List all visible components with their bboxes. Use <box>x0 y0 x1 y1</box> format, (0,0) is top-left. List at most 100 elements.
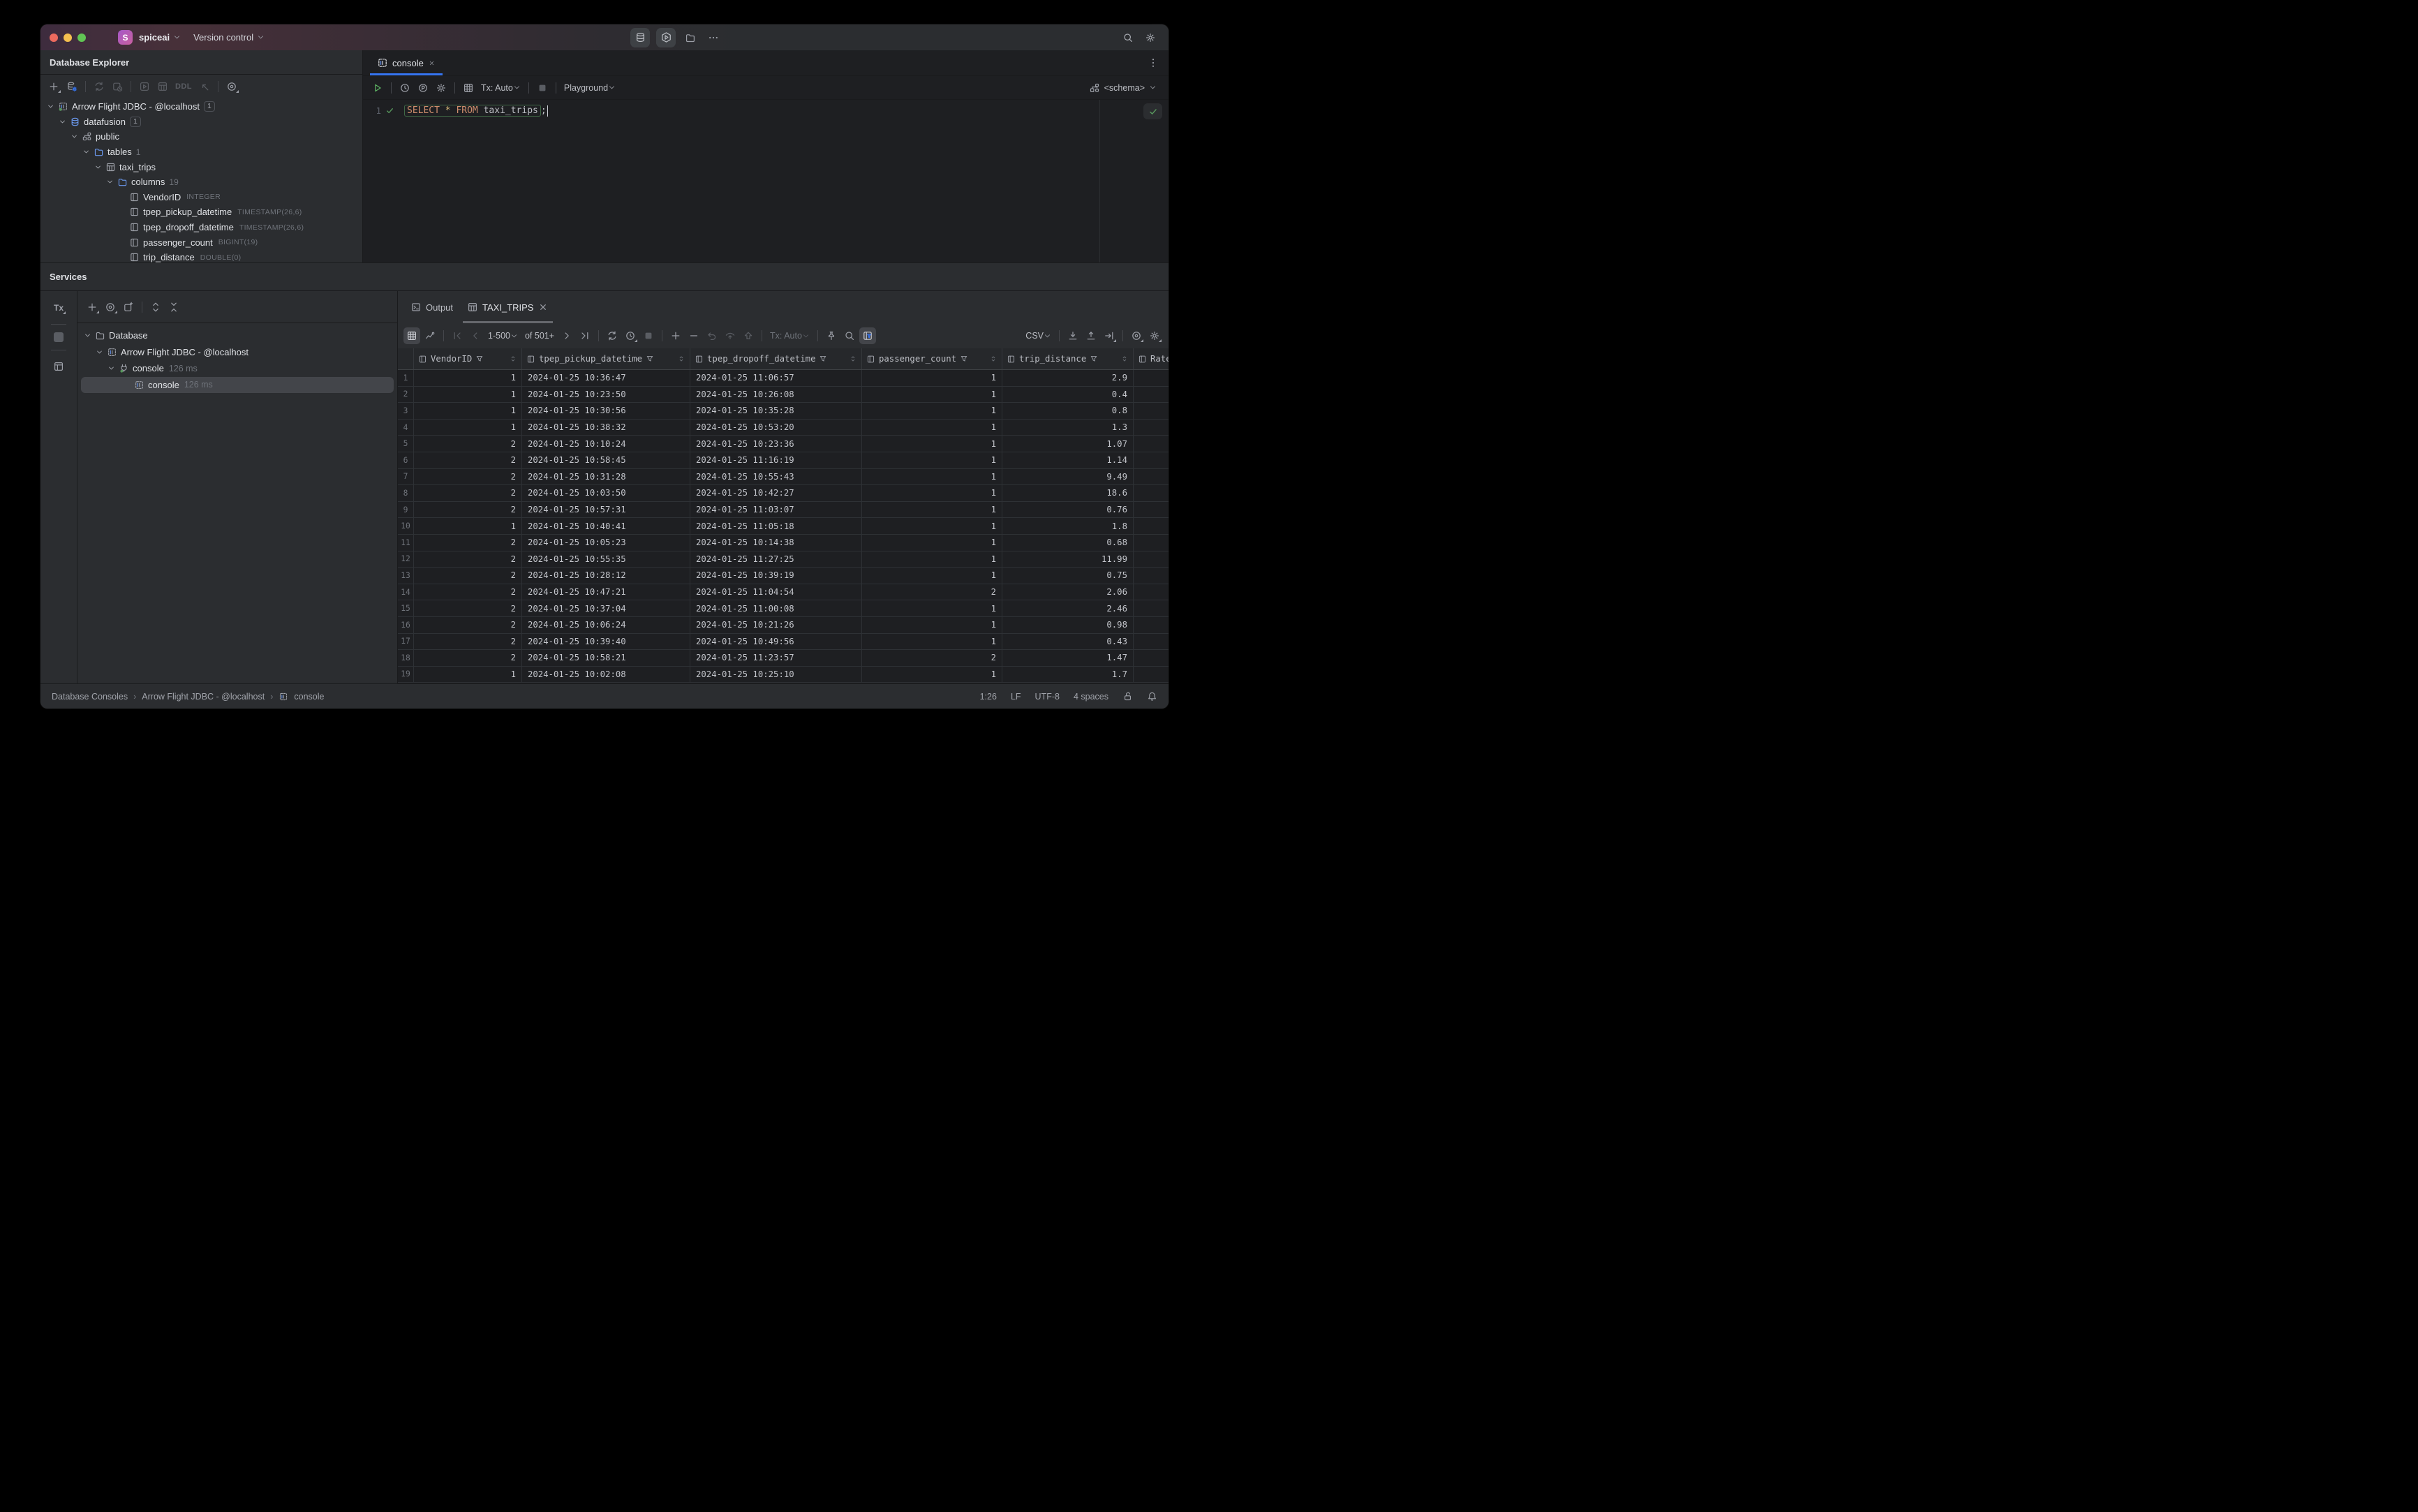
cell[interactable] <box>1134 387 1169 403</box>
cell[interactable]: 1.7 <box>1002 666 1134 683</box>
cell[interactable]: 2 <box>414 501 522 518</box>
select-in-services-button[interactable] <box>102 299 119 316</box>
tab-output[interactable]: Output <box>403 291 460 323</box>
cell[interactable]: 1 <box>862 468 1002 485</box>
cell[interactable]: 1.3 <box>1002 419 1134 436</box>
tree-item-arrow-flight-jdbc-localhost[interactable]: Arrow Flight JDBC - @localhost 1 <box>40 99 362 114</box>
cell[interactable]: 2.06 <box>1002 584 1134 600</box>
preview-changes-button[interactable] <box>722 327 739 344</box>
cell[interactable]: 9.49 <box>1002 468 1134 485</box>
project-menu[interactable]: spiceai <box>133 32 187 43</box>
cell[interactable]: 2024-01-25 10:39:19 <box>690 568 862 584</box>
cell[interactable]: 2024-01-25 11:05:18 <box>690 518 862 534</box>
deactivate-button[interactable] <box>109 78 126 95</box>
cell[interactable] <box>1134 584 1169 600</box>
code-editor[interactable]: 1 SELECT * FROM taxi_trips; <box>363 100 1169 262</box>
row-number[interactable]: 18 <box>398 650 414 666</box>
cell[interactable]: 1 <box>862 403 1002 419</box>
console-settings-button[interactable] <box>433 80 450 96</box>
cell[interactable]: 0.68 <box>1002 534 1134 551</box>
line-separator[interactable]: LF <box>1011 692 1021 702</box>
import-button[interactable] <box>1065 327 1081 344</box>
project-toolwindow-button[interactable] <box>682 29 699 46</box>
cell[interactable]: 2024-01-25 10:47:21 <box>522 584 690 600</box>
cell[interactable] <box>1134 502 1169 518</box>
column-header-passenger_count[interactable]: passenger_count <box>862 348 1002 369</box>
cell[interactable]: 2024-01-25 10:36:47 <box>522 370 690 386</box>
row-number[interactable]: 2 <box>398 386 414 403</box>
row-number[interactable]: 15 <box>398 600 414 616</box>
cell[interactable]: 1 <box>862 600 1002 616</box>
next-page-button[interactable] <box>558 327 575 344</box>
column-header-trip_distance[interactable]: trip_distance <box>1002 348 1134 369</box>
file-encoding[interactable]: UTF-8 <box>1035 692 1060 702</box>
funnel-icon[interactable] <box>646 355 654 363</box>
first-page-button[interactable] <box>449 327 466 344</box>
cell[interactable]: 18.6 <box>1002 485 1134 501</box>
row-number[interactable]: 4 <box>398 419 414 436</box>
cell[interactable] <box>1134 469 1169 485</box>
revert-button[interactable] <box>704 327 720 344</box>
playground-mode-select[interactable]: Playground <box>561 80 618 96</box>
cell[interactable]: 1 <box>862 616 1002 633</box>
cell[interactable]: 2024-01-25 10:03:50 <box>522 485 690 501</box>
row-number[interactable]: 11 <box>398 534 414 551</box>
query-history-button[interactable] <box>396 80 413 96</box>
cell[interactable]: 2024-01-25 11:27:25 <box>690 551 862 568</box>
cell[interactable] <box>1134 518 1169 534</box>
cell[interactable]: 1.14 <box>1002 452 1134 468</box>
stop-query-button[interactable] <box>640 327 657 344</box>
previous-page-button[interactable] <box>467 327 484 344</box>
cell[interactable]: 2024-01-25 10:05:23 <box>522 534 690 551</box>
schema-selector[interactable]: <schema> <box>1089 82 1162 94</box>
row-number[interactable]: 14 <box>398 584 414 600</box>
cell[interactable]: 0.43 <box>1002 633 1134 650</box>
cell[interactable]: 0.8 <box>1002 403 1134 419</box>
cell[interactable]: 2.9 <box>1002 370 1134 386</box>
tree-item-console[interactable]: console 126 ms <box>77 360 397 377</box>
grid-settings-button[interactable] <box>1146 327 1163 344</box>
cell[interactable] <box>1134 634 1169 650</box>
cell[interactable]: 2024-01-25 11:16:19 <box>690 452 862 468</box>
cell[interactable]: 1 <box>414 370 522 386</box>
cell[interactable]: 0.76 <box>1002 501 1134 518</box>
funnel-icon[interactable] <box>1090 355 1098 363</box>
total-rows-label[interactable]: of 501+ <box>522 327 557 344</box>
cell[interactable]: 2 <box>414 600 522 616</box>
cell[interactable]: 2024-01-25 10:53:20 <box>690 419 862 436</box>
open-table-button[interactable] <box>154 78 171 95</box>
funnel-icon[interactable] <box>475 355 484 363</box>
tree-item-arrow-flight-jdbc-localhost[interactable]: Arrow Flight JDBC - @localhost <box>77 344 397 361</box>
auto-refresh-button[interactable] <box>622 327 639 344</box>
cell[interactable]: 1 <box>862 518 1002 534</box>
tx-toolwindow-button[interactable]: Tx <box>50 299 67 316</box>
cell[interactable]: 2.46 <box>1002 600 1134 616</box>
cell[interactable]: 2024-01-25 10:57:31 <box>522 501 690 518</box>
in-editor-results-button[interactable] <box>460 80 477 96</box>
cell[interactable]: 2024-01-25 10:10:24 <box>522 436 690 452</box>
cell[interactable] <box>1134 568 1169 584</box>
row-number[interactable]: 7 <box>398 468 414 485</box>
parameters-button[interactable] <box>415 80 431 96</box>
last-page-button[interactable] <box>577 327 593 344</box>
editor-options-kebab-icon[interactable] <box>1148 57 1169 68</box>
notifications-bell-icon[interactable] <box>1147 691 1157 702</box>
row-number[interactable]: 1 <box>398 370 414 386</box>
cursor-position[interactable]: 1:26 <box>980 692 997 702</box>
sql-statement[interactable]: SELECT * FROM taxi_trips; <box>404 105 549 117</box>
close-window-button[interactable] <box>50 33 58 42</box>
cell[interactable]: 1.07 <box>1002 436 1134 452</box>
funnel-icon[interactable] <box>819 355 827 363</box>
cell[interactable]: 1 <box>414 666 522 683</box>
lock-open-icon[interactable] <box>1122 691 1133 702</box>
cell[interactable]: 11.99 <box>1002 551 1134 568</box>
new-datasource-button[interactable] <box>45 78 62 95</box>
cell[interactable]: 2 <box>862 584 1002 600</box>
cell[interactable]: 1 <box>862 501 1002 518</box>
submit-button[interactable] <box>740 327 757 344</box>
collapse-all-button[interactable] <box>165 299 182 316</box>
cell[interactable]: 2024-01-25 10:37:04 <box>522 600 690 616</box>
tree-item-tpep-dropoff-datetime[interactable]: tpep_dropoff_datetime TIMESTAMP(26,6) <box>40 220 362 235</box>
cell[interactable]: 1 <box>862 436 1002 452</box>
cell[interactable]: 2024-01-25 10:58:21 <box>522 650 690 666</box>
